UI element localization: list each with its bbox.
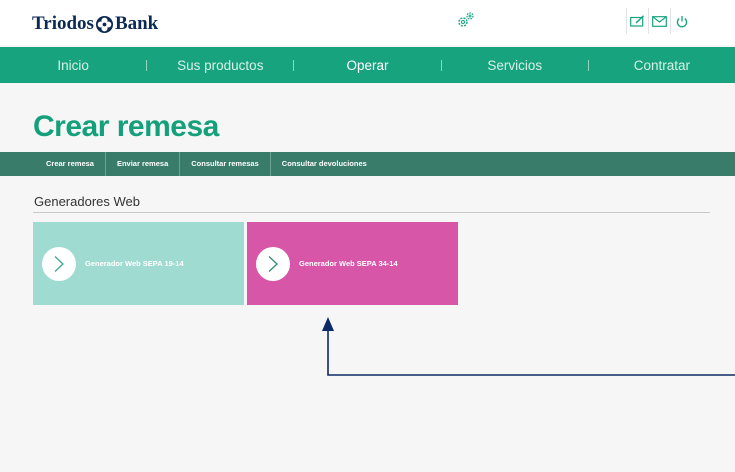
tile-label: Generador Web SEPA 34-14 <box>299 259 398 268</box>
subnav-item-consultar-remesas[interactable]: Consultar remesas <box>179 152 270 176</box>
mail-button[interactable] <box>648 8 670 34</box>
tile-arrow-button[interactable] <box>256 246 290 281</box>
sub-navigation: Crear remesa Enviar remesa Consultar rem… <box>0 152 735 176</box>
power-icon <box>676 15 687 27</box>
chevron-right-icon <box>54 255 65 272</box>
subnav-item-crear-remesa[interactable]: Crear remesa <box>35 152 105 176</box>
gears-icon[interactable] <box>456 10 476 30</box>
main-navigation: Inicio Sus productos Operar Servicios Co… <box>0 47 735 83</box>
tile-arrow-button[interactable] <box>42 246 76 281</box>
triodos-bank-logo[interactable]: Triodos Bank <box>32 13 158 35</box>
subnav-item-enviar-remesa[interactable]: Enviar remesa <box>104 152 179 176</box>
nav-item-inicio[interactable]: Inicio <box>0 58 146 73</box>
signature-button[interactable] <box>626 8 648 34</box>
header-actions <box>626 8 692 34</box>
logo-text-left: Triodos <box>32 13 94 34</box>
tile-generador-sepa-19-14[interactable]: Generador Web SEPA 19-14 <box>33 222 244 305</box>
page-title: Crear remesa <box>33 110 219 143</box>
nav-item-sus-productos[interactable]: Sus productos <box>147 58 293 73</box>
triodos-flower-icon <box>95 15 113 33</box>
tile-generador-sepa-34-14[interactable]: Generador Web SEPA 34-14 <box>247 222 458 305</box>
mail-icon <box>652 15 667 27</box>
logo-text-right: Bank <box>114 13 159 34</box>
nav-item-servicios[interactable]: Servicios <box>442 58 588 73</box>
logout-button[interactable] <box>670 8 692 34</box>
signature-icon <box>630 15 644 27</box>
chevron-right-icon <box>268 255 279 272</box>
section-divider <box>33 212 710 213</box>
nav-item-contratar[interactable]: Contratar <box>589 58 735 73</box>
nav-item-operar[interactable]: Operar <box>294 58 440 73</box>
section-heading: Generadores Web <box>34 194 140 209</box>
subnav-item-consultar-devoluciones[interactable]: Consultar devoluciones <box>269 152 378 176</box>
tile-label: Generador Web SEPA 19-14 <box>85 259 184 268</box>
top-header: Triodos Bank <box>0 0 735 45</box>
